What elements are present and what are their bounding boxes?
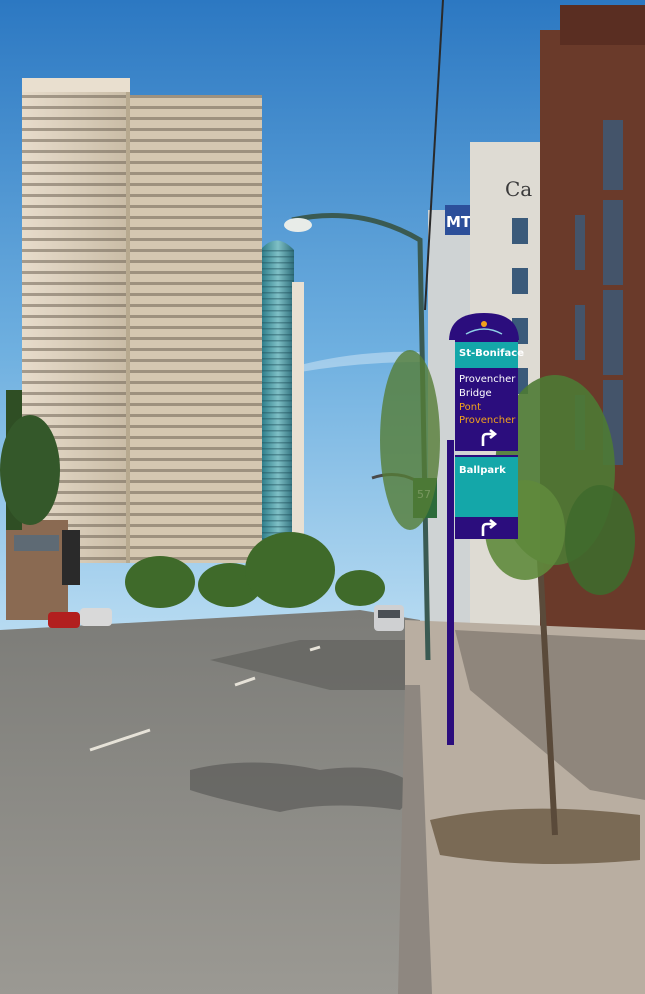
building-sign: Ca [505,177,532,201]
glass-tower [262,240,304,540]
street-scene: MT Ca [0,0,645,994]
sign-post [447,440,454,745]
building-logo: MT [446,213,472,231]
sign-header-2 [455,457,518,517]
dirt-bed [430,808,640,864]
office-tower [22,78,262,563]
sign-header-1 [455,342,518,368]
